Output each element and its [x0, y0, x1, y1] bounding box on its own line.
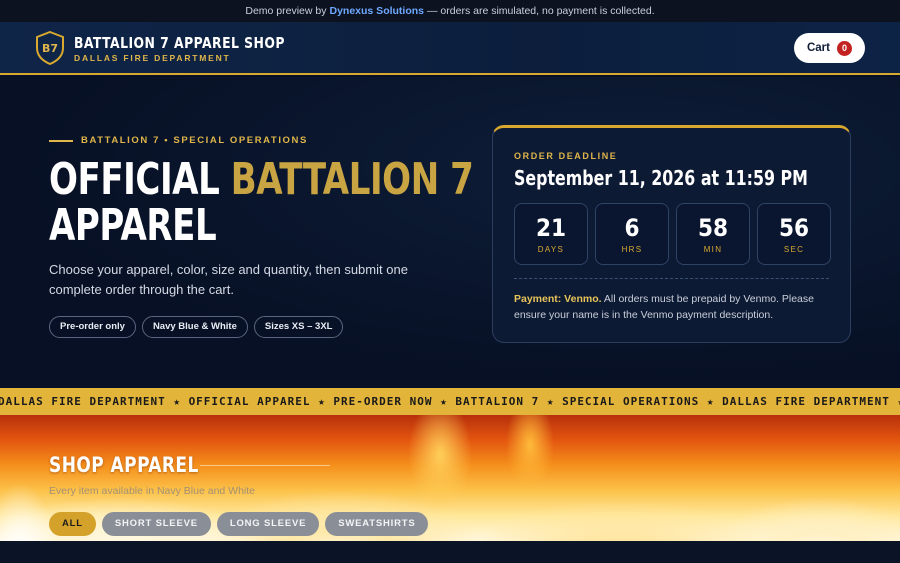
hero-title: OFFICIAL BATTALION 7 APPAREL — [49, 154, 474, 251]
chip-colors: Navy Blue & White — [141, 316, 248, 338]
hero-title-part2: APPAREL — [49, 200, 217, 251]
hero-title-part1: OFFICIAL — [49, 154, 231, 205]
chip-sizes: Sizes XS – 3XL — [253, 316, 344, 338]
countdown-unit: MIN — [703, 245, 723, 254]
countdown-unit: SEC — [783, 245, 805, 254]
cart-label: Cart — [806, 42, 830, 54]
countdown-days: 21 DAYS — [514, 203, 588, 265]
filter-sweatshirts[interactable]: SWEATSHIRTS — [325, 512, 429, 536]
shield-logo-icon[interactable]: B7 — [35, 30, 65, 66]
countdown-unit: HRS — [621, 245, 643, 254]
countdown-seconds: 56 SEC — [757, 203, 831, 265]
deadline-date: September 11, 2026 at 11:59 PM — [514, 166, 808, 190]
demo-banner-prefix: Demo preview by — [245, 5, 327, 17]
payment-note: Payment: Venmo. All orders must be prepa… — [514, 291, 834, 323]
countdown-value: 56 — [778, 214, 810, 242]
countdown-value: 6 — [624, 214, 640, 242]
countdown-value: 21 — [535, 214, 567, 242]
demo-banner: Demo preview by Dynexus Solutions — orde… — [0, 0, 900, 22]
ticker-text: DALLAS FIRE DEPARTMENT ★ OFFICIAL APPARE… — [0, 395, 900, 408]
filter-long-sleeve[interactable]: LONG SLEEVE — [216, 512, 320, 536]
demo-banner-suffix: — orders are simulated, no payment is co… — [427, 5, 655, 17]
countdown-unit: DAYS — [537, 245, 565, 254]
logo-text: B7 — [42, 42, 58, 55]
shop-title[interactable]: BATTALION 7 APPAREL SHOP — [74, 34, 285, 52]
shop-title-divider — [200, 465, 330, 466]
category-filters: ALL SHORT SLEEVE LONG SLEEVE SWEATSHIRTS — [49, 512, 429, 536]
countdown: 21 DAYS 6 HRS 58 MIN 56 SEC — [514, 203, 831, 265]
site-header: B7 BATTALION 7 APPAREL SHOP DALLAS FIRE … — [0, 22, 900, 75]
hero-description: Choose your apparel, color, size and qua… — [49, 262, 408, 297]
payment-method: Payment: Venmo. — [514, 293, 602, 305]
order-deadline-card: ORDER DEADLINE September 11, 2026 at 11:… — [492, 125, 851, 343]
cart-button[interactable]: Cart 0 — [794, 33, 865, 63]
chip-preorder: Pre-order only — [49, 316, 136, 338]
eyebrow-line — [49, 139, 73, 142]
countdown-hours: 6 HRS — [595, 203, 669, 265]
deadline-label: ORDER DEADLINE — [514, 151, 618, 161]
hero-section: BATTALION 7 • SPECIAL OPERATIONS OFFICIA… — [0, 77, 900, 388]
shop-section-subtitle: Every item available in Navy Blue and Wh… — [49, 485, 256, 497]
marquee-ticker: DALLAS FIRE DEPARTMENT ★ OFFICIAL APPARE… — [0, 388, 900, 415]
hero-eyebrow: BATTALION 7 • SPECIAL OPERATIONS — [49, 135, 308, 146]
bottom-strip — [0, 541, 900, 563]
hero-chips: Pre-order only Navy Blue & White Sizes X… — [49, 316, 344, 338]
filter-short-sleeve[interactable]: SHORT SLEEVE — [101, 512, 211, 536]
shop-section-title: SHOP APPAREL — [49, 453, 199, 477]
shop-subtitle: DALLAS FIRE DEPARTMENT — [74, 53, 231, 63]
eyebrow-text: BATTALION 7 • SPECIAL OPERATIONS — [81, 135, 308, 146]
cart-count-badge: 0 — [837, 40, 852, 56]
filter-all[interactable]: ALL — [49, 512, 96, 536]
countdown-minutes: 58 MIN — [676, 203, 750, 265]
deadline-divider — [514, 278, 829, 279]
countdown-value: 58 — [697, 214, 729, 242]
demo-banner-brand-link[interactable]: Dynexus Solutions — [330, 5, 425, 17]
hero-title-gold: BATTALION 7 — [230, 154, 474, 205]
